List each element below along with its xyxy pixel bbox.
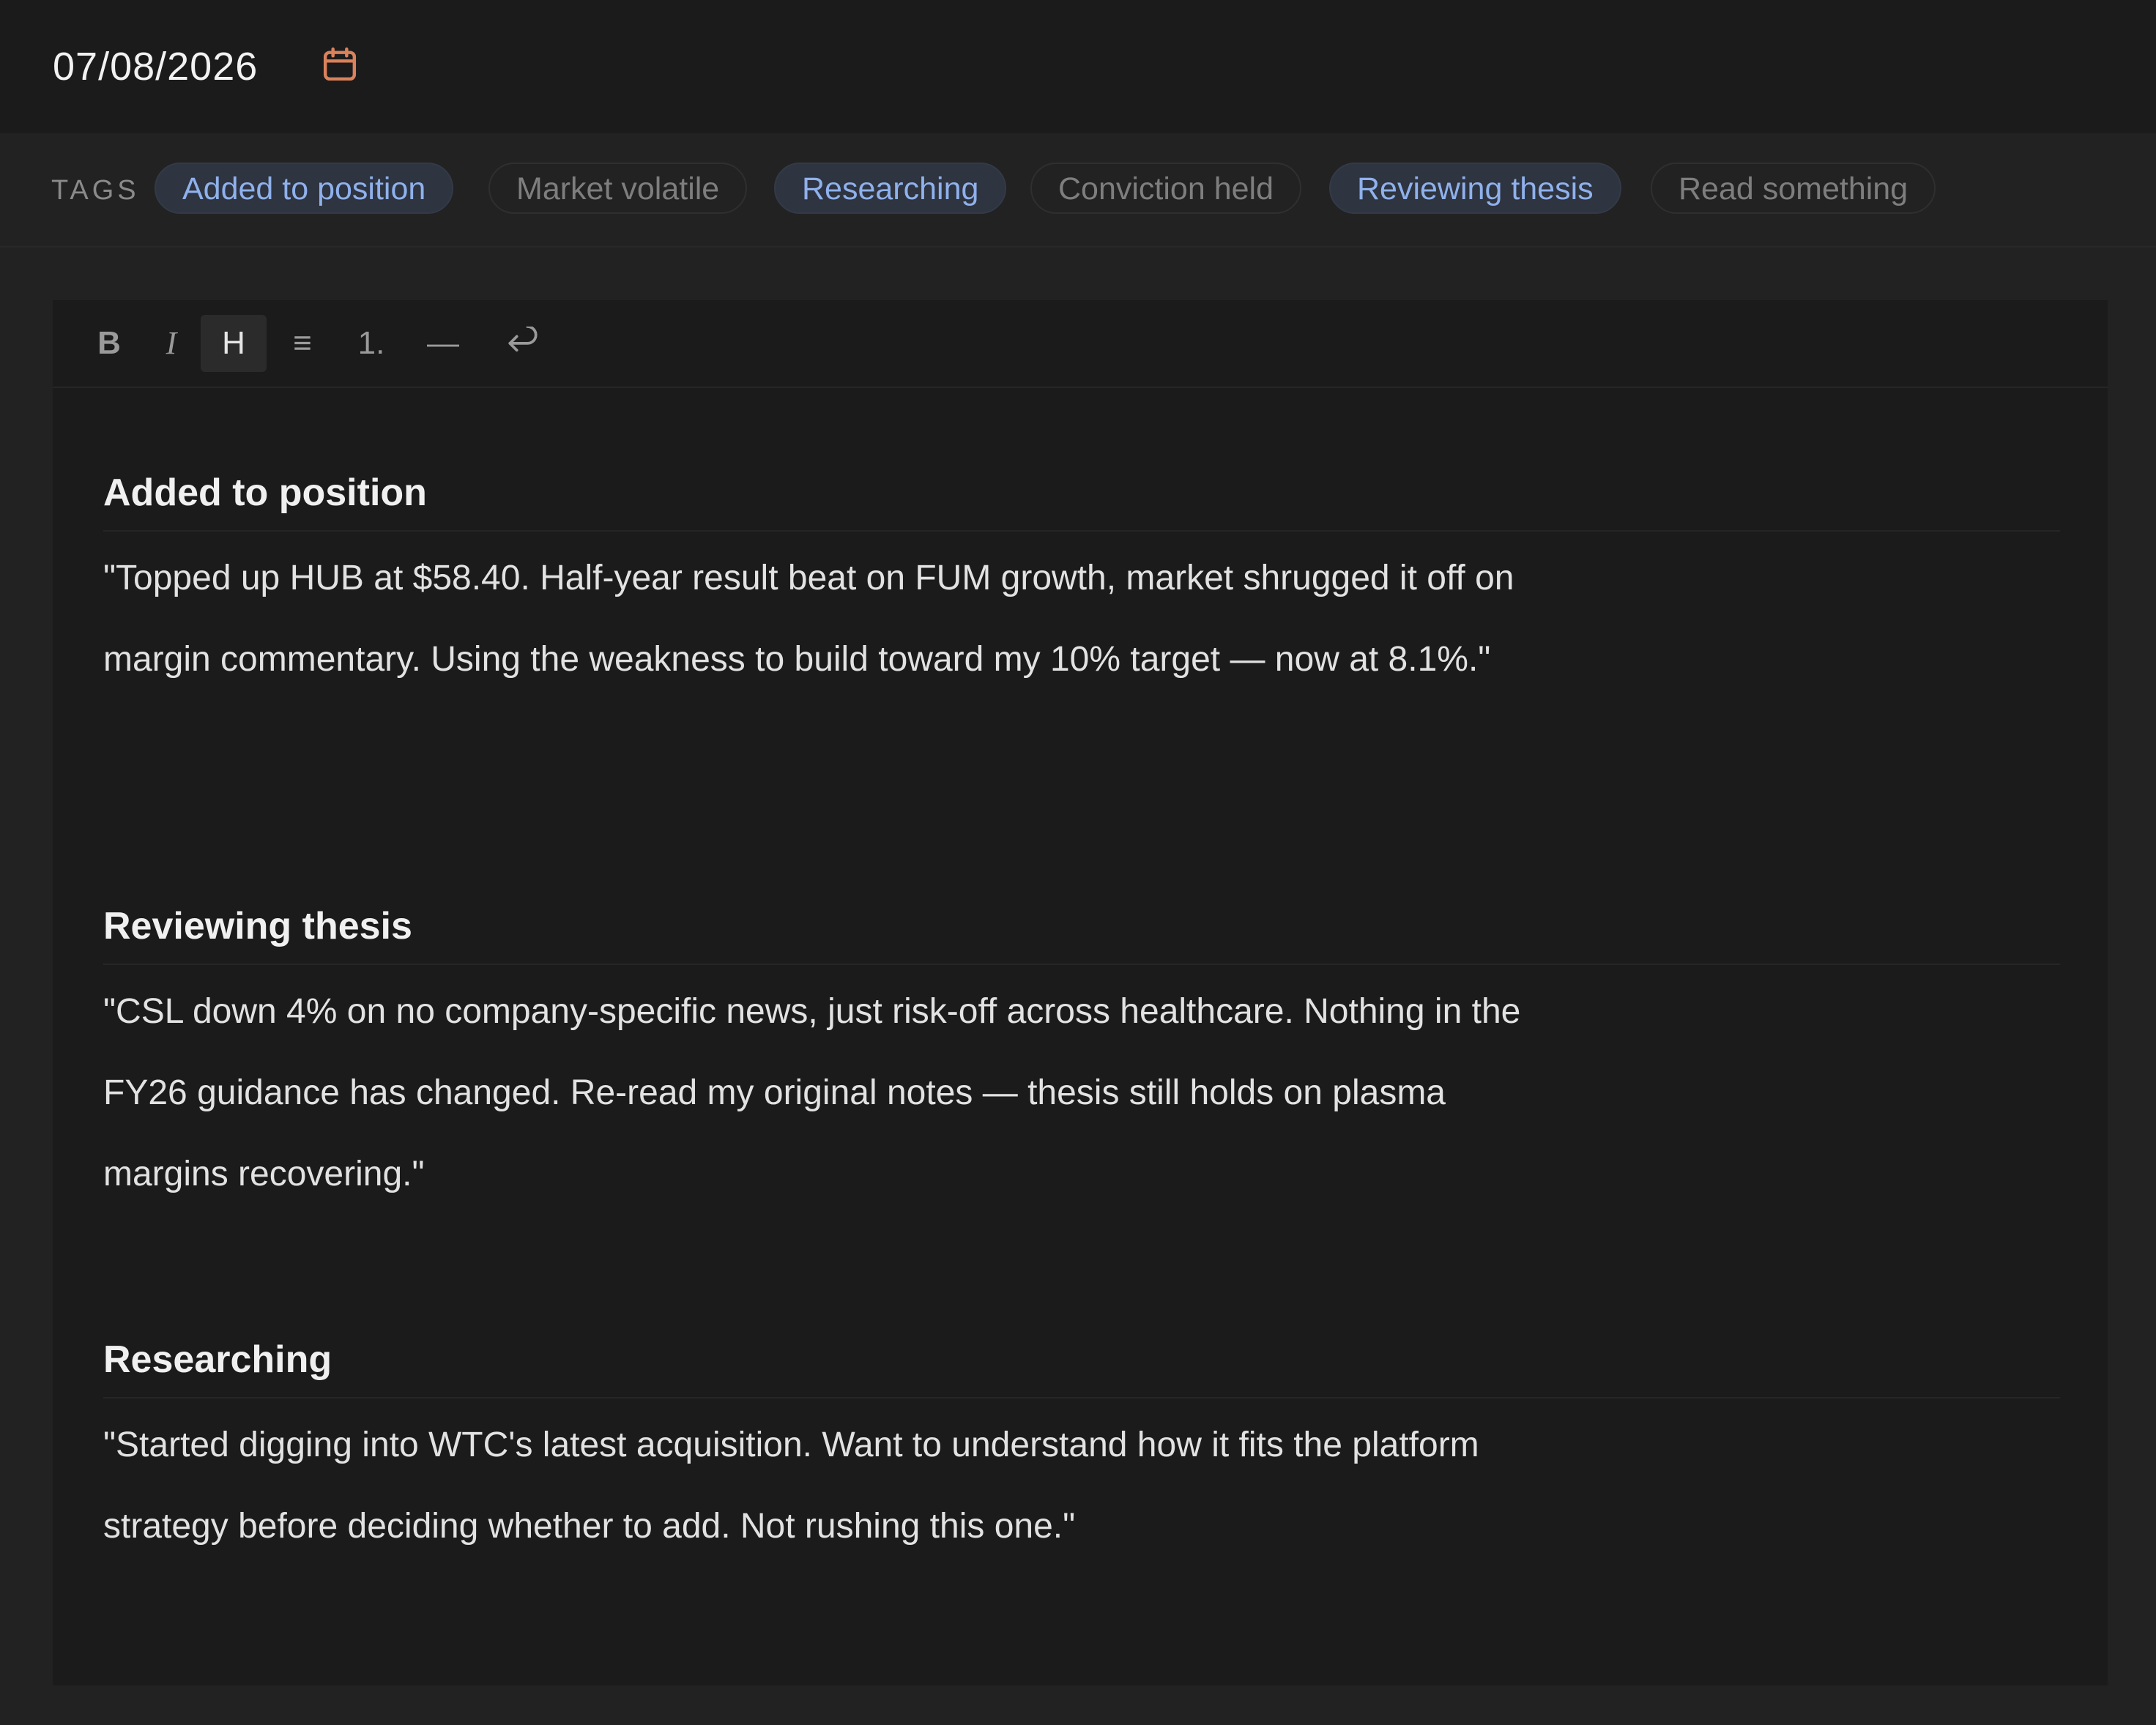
heading-button[interactable]: H: [201, 315, 267, 372]
tag-researching[interactable]: Researching: [774, 163, 1007, 214]
calendar-icon[interactable]: [319, 44, 360, 85]
tag-added-to-position[interactable]: Added to position: [155, 163, 454, 214]
tag-conviction-held[interactable]: Conviction held: [1030, 163, 1302, 214]
editor-toolbar: B I H ≡ 1. —: [53, 300, 2108, 388]
tags-label: TAGS: [51, 175, 140, 206]
entry-text: "CSL down 4% on no company-specific news…: [103, 992, 1521, 1193]
date-header: 07/08/2026: [0, 0, 2156, 133]
tag-market-volatile[interactable]: Market volatile: [488, 163, 748, 214]
entry-heading: Reviewing thesis: [103, 901, 2060, 965]
italic-button[interactable]: I: [138, 315, 204, 372]
tags-bar: TAGS Added to position Market volatile R…: [0, 133, 2156, 247]
ordered-list-button[interactable]: 1.: [338, 315, 404, 372]
bold-button[interactable]: B: [76, 315, 142, 372]
bullet-list-button[interactable]: ≡: [270, 315, 335, 372]
entry-section: Added to position "Topped up HUB at $58.…: [103, 467, 2060, 700]
entry-section: Researching "Started digging into WTC's …: [103, 1334, 2060, 1567]
undo-button[interactable]: [490, 315, 556, 372]
horizontal-rule-button[interactable]: —: [410, 315, 476, 372]
entry-date[interactable]: 07/08/2026: [53, 41, 258, 92]
entry-text: "Topped up HUB at $58.40. Half-year resu…: [103, 559, 1514, 679]
entry-heading: Added to position: [103, 467, 2060, 532]
tag-read-something[interactable]: Read something: [1651, 163, 1936, 214]
entry-text: "Started digging into WTC's latest acqui…: [103, 1426, 1479, 1546]
entry-section: Reviewing thesis "CSL down 4% on no comp…: [103, 901, 2060, 1215]
entry-heading: Researching: [103, 1334, 2060, 1398]
tag-reviewing-thesis[interactable]: Reviewing thesis: [1329, 163, 1621, 214]
journal-editor[interactable]: B I H ≡ 1. — Added to position "Topped u…: [53, 300, 2108, 1685]
undo-icon: [508, 325, 538, 352]
